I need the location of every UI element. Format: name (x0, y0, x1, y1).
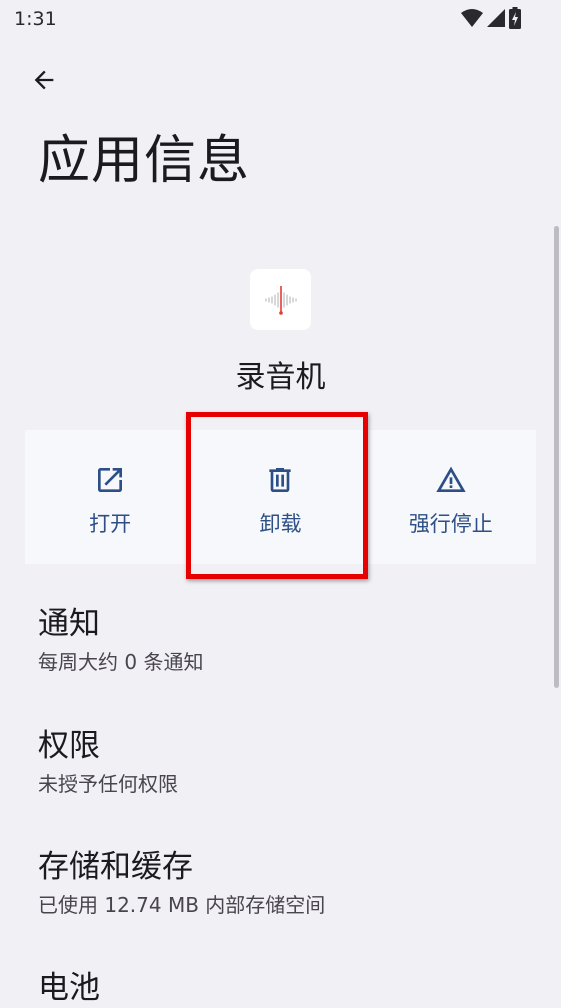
battery-charging-icon (509, 7, 521, 29)
settings-item-title: 通知 (38, 606, 100, 642)
open-in-new-icon (98, 468, 123, 492)
settings-item-battery[interactable]: 电池 (38, 968, 518, 1008)
wifi-icon (461, 9, 483, 27)
trash-icon (269, 468, 292, 492)
settings-item-subtitle: 每周大约 0 条通知 (38, 650, 204, 674)
settings-item-title: 存储和缓存 (38, 849, 193, 885)
sound-recorder-icon (264, 285, 297, 315)
warning-icon (436, 466, 466, 492)
arrow-back-icon (34, 70, 54, 90)
scrollbar[interactable] (554, 226, 559, 688)
open-button[interactable]: 打开 (25, 430, 195, 564)
status-time: 1:31 (14, 8, 57, 30)
settings-item-subtitle: 已使用 12.74 MB 内部存储空间 (38, 893, 326, 917)
uninstall-label: 卸载 (259, 512, 302, 536)
settings-item-title: 权限 (38, 728, 100, 764)
settings-item-storage[interactable]: 存储和缓存 已使用 12.74 MB 内部存储空间 (38, 847, 518, 918)
force-stop-label: 强行停止 (408, 512, 493, 536)
cellular-signal-icon (487, 9, 505, 27)
status-bar: 1:31 (0, 0, 561, 40)
settings-item-subtitle: 未授予任何权限 (38, 772, 178, 796)
settings-item-permissions[interactable]: 权限 未授予任何权限 (38, 726, 518, 797)
back-button[interactable] (22, 58, 66, 102)
settings-item-notifications[interactable]: 通知 每周大约 0 条通知 (38, 604, 518, 675)
page-title: 应用信息 (38, 131, 251, 191)
settings-item-title: 电池 (38, 970, 100, 1006)
force-stop-button[interactable]: 强行停止 (366, 430, 536, 564)
status-icons (461, 7, 521, 29)
uninstall-button[interactable]: 卸载 (195, 430, 365, 564)
action-row: 打开 卸载 强行停止 (25, 430, 536, 564)
app-icon (250, 269, 311, 330)
open-label: 打开 (89, 512, 132, 536)
app-name: 录音机 (235, 360, 326, 395)
